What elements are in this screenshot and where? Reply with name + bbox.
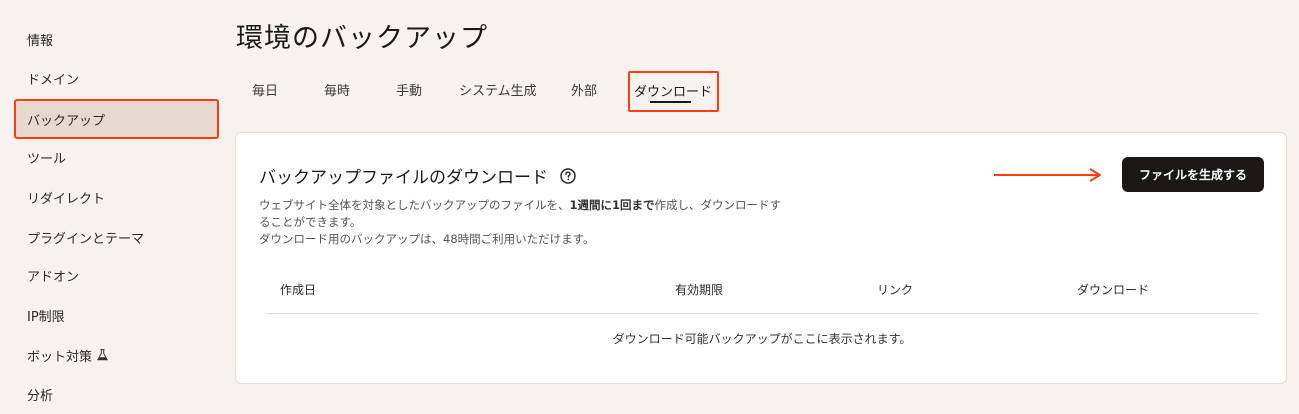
arrow-right-icon (994, 168, 1101, 182)
empty-state-message: ダウンロード可能バックアップがここに表示されます。 (612, 332, 912, 346)
sidebar-item-bot-protection[interactable]: ボット対策 (14, 335, 219, 375)
sidebar-item-label: ツール (27, 151, 67, 167)
desc-text: ウェブサイト全体を対象としたバックアップのファイルを、 (259, 198, 570, 212)
column-header-download: ダウンロード (1077, 283, 1150, 297)
column-header-link: リンク (877, 283, 914, 297)
help-circle-icon[interactable] (560, 167, 576, 184)
sidebar-item-ip-restriction[interactable]: IP制限 (14, 295, 219, 335)
sidebar-item-backup[interactable]: バックアップ (14, 99, 219, 139)
sidebar-item-analytics[interactable]: 分析 (14, 374, 219, 414)
desc-text: ることができます。 (259, 215, 362, 229)
sidebar-item-tools[interactable]: ツール (14, 137, 219, 177)
sidebar-item-info[interactable]: 情報 (14, 19, 219, 59)
sidebar-item-redirect[interactable]: リダイレクト (14, 177, 219, 217)
download-backup-card: バックアップファイルのダウンロード ウェブサイト全体を対象としたバックアップのフ… (235, 132, 1287, 384)
desc-text: ダウンロード用のバックアップは、48時間ご利用いただけます。 (259, 232, 595, 246)
tab-daily[interactable]: 毎日 (252, 80, 278, 99)
tab-manual[interactable]: 手動 (396, 80, 422, 99)
tab-download-label: ダウンロード (634, 85, 713, 100)
active-tab-indicator (650, 101, 691, 103)
generate-file-button[interactable]: ファイルを生成する (1122, 157, 1264, 192)
sidebar-item-plugins-themes[interactable]: プラグインとテーマ (14, 217, 219, 257)
column-header-created-date: 作成日 (280, 283, 317, 297)
flask-icon (97, 349, 109, 361)
sidebar-item-domain[interactable]: ドメイン (14, 58, 219, 98)
tab-hourly[interactable]: 毎時 (324, 80, 350, 99)
sidebar-item-label: 情報 (27, 33, 54, 49)
sidebar-item-label: 分析 (27, 388, 54, 404)
page-title: 環境のバックアップ (236, 23, 488, 54)
sidebar-item-label: ドメイン (27, 72, 80, 88)
desc-text: 作成し、ダウンロードす (654, 198, 782, 212)
sidebar: 情報 ドメイン バックアップ ツール リダイレクト プラグインとテーマ アドオン… (0, 0, 220, 413)
desc-bold-text: 1週間に1回まで (569, 198, 655, 212)
sidebar-item-label: アドオン (27, 269, 80, 285)
sidebar-item-label: ボット対策 (27, 349, 93, 365)
sidebar-item-label: プラグインとテーマ (27, 231, 145, 247)
tab-system-generated[interactable]: システム生成 (459, 80, 537, 99)
tab-download[interactable]: ダウンロード (628, 71, 719, 112)
card-title: バックアップファイルのダウンロード (259, 163, 576, 188)
sidebar-item-label: リダイレクト (27, 191, 106, 207)
tab-external[interactable]: 外部 (571, 80, 597, 99)
column-header-expiry: 有効期限 (675, 283, 724, 297)
sidebar-item-label: IP制限 (27, 309, 65, 325)
card-description: ウェブサイト全体を対象としたバックアップのファイルを、1週間に1回まで作成し、ダ… (259, 197, 839, 248)
table-divider (266, 313, 1258, 314)
card-title-text: バックアップファイルのダウンロード (259, 168, 548, 188)
sidebar-item-addons[interactable]: アドオン (14, 255, 219, 295)
sidebar-item-label: バックアップ (27, 113, 106, 129)
